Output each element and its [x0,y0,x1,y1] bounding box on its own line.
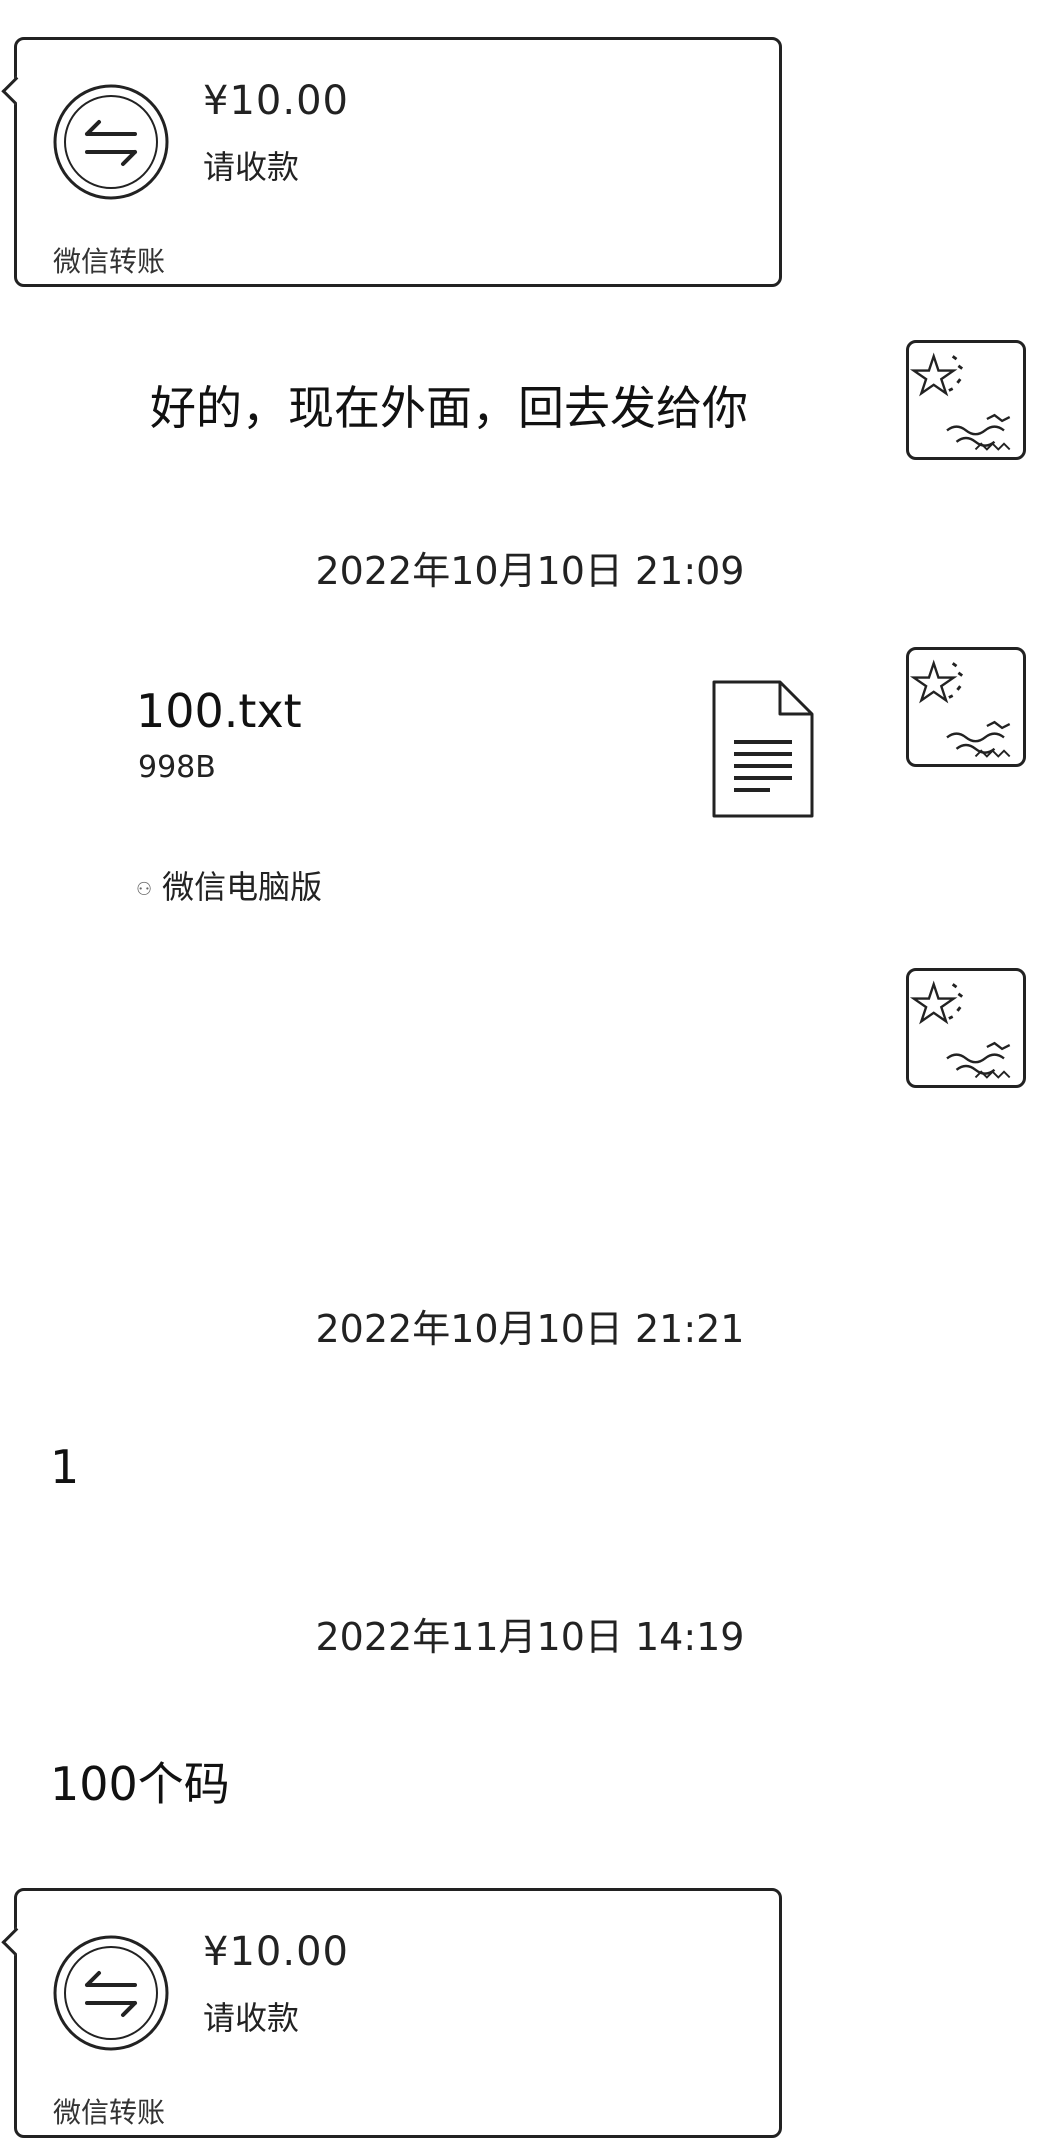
document-icon[interactable] [710,678,816,820]
timestamp: 2022年10月10日 21:21 [315,1307,745,1351]
message-text: 100个码 [50,1757,230,1811]
transfer-status: 请收款 [203,1999,300,2037]
avatar[interactable] [906,647,1026,767]
transfer-arrows-icon [53,1935,169,2051]
transfer-card[interactable]: ¥10.00 请收款 微信转账 [1,37,782,287]
avatar[interactable] [906,968,1026,1088]
file-name[interactable]: 100.txt [136,684,302,738]
wechat-icon: ⚇ [136,878,153,900]
flag-avatar-icon [909,980,1011,1079]
flag-avatar-icon [909,352,1011,451]
timestamp: 2022年11月10日 14:19 [315,1615,745,1659]
file-source-label: 微信电脑版 [162,868,323,906]
avatar[interactable] [906,340,1026,460]
message-text: 好的，现在外面，回去发给你 [150,381,748,435]
bubble-tail [1,1927,30,1956]
transfer-status: 请收款 [203,148,300,186]
message-text: 1 [50,1440,80,1494]
transfer-amount: ¥10.00 [203,78,349,124]
bubble-tail [1,76,30,105]
timestamp: 2022年10月10日 21:09 [315,549,745,593]
transfer-amount: ¥10.00 [203,1929,349,1975]
file-size: 998B [138,750,216,785]
transfer-arrows-icon [53,84,169,200]
transfer-source: 微信转账 [53,2096,166,2129]
file-source: ⚇ 微信电脑版 [136,862,322,908]
flag-avatar-icon [909,659,1011,758]
transfer-source: 微信转账 [53,245,166,278]
transfer-card[interactable]: ¥10.00 请收款 微信转账 [1,1888,782,2138]
